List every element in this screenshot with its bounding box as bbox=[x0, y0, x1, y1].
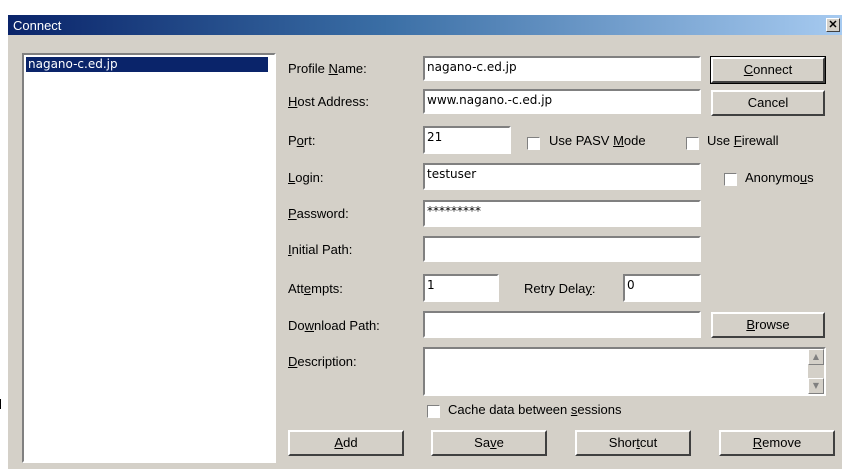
download-path-label: Download Path: bbox=[288, 318, 380, 333]
scroll-up-icon[interactable]: ▲ bbox=[808, 349, 824, 365]
description-scrollbar[interactable]: ▲ ▼ bbox=[808, 349, 824, 394]
anonymous-label[interactable]: Anonymous bbox=[745, 170, 814, 185]
download-path-input[interactable] bbox=[423, 311, 701, 338]
connect-dialog: Connect ✕ nagano-c.ed.jp Profile Name: H… bbox=[8, 15, 842, 469]
login-input[interactable]: testuser bbox=[423, 163, 701, 190]
host-address-label: Host Address: bbox=[288, 94, 369, 109]
host-address-input[interactable]: www.nagano.-c.ed.jp bbox=[423, 89, 701, 114]
port-input[interactable]: 21 bbox=[423, 126, 511, 154]
scroll-down-icon[interactable]: ▼ bbox=[808, 378, 824, 394]
anonymous-checkbox[interactable] bbox=[724, 173, 737, 186]
firewall-label[interactable]: Use Firewall bbox=[707, 133, 779, 148]
connect-button[interactable]: Connect bbox=[710, 56, 826, 84]
pasv-checkbox[interactable] bbox=[527, 137, 540, 150]
browse-button[interactable]: Browse bbox=[711, 312, 825, 338]
initial-path-input[interactable] bbox=[423, 236, 701, 262]
password-label: Password: bbox=[288, 206, 349, 221]
initial-path-label: Initial Path: bbox=[288, 242, 353, 257]
profile-list[interactable]: nagano-c.ed.jp bbox=[22, 53, 276, 463]
shortcut-button[interactable]: Shortcut bbox=[575, 430, 691, 456]
attempts-input[interactable]: 1 bbox=[423, 274, 499, 302]
retry-delay-input[interactable]: 0 bbox=[623, 274, 701, 302]
save-button[interactable]: Save bbox=[431, 430, 547, 456]
title-bar[interactable]: Connect ✕ bbox=[8, 15, 842, 35]
close-icon[interactable]: ✕ bbox=[826, 18, 840, 32]
firewall-checkbox[interactable] bbox=[686, 137, 699, 150]
profile-name-label: Profile Name: bbox=[288, 61, 367, 76]
profile-list-item[interactable]: nagano-c.ed.jp bbox=[26, 57, 268, 72]
cache-label[interactable]: Cache data between sessions bbox=[448, 402, 621, 417]
remove-button[interactable]: Remove bbox=[719, 430, 835, 456]
login-label: Login: bbox=[288, 170, 324, 185]
retry-delay-label: Retry Delay: bbox=[524, 281, 596, 296]
pasv-label[interactable]: Use PASV Mode bbox=[549, 133, 646, 148]
cache-checkbox[interactable] bbox=[427, 405, 440, 418]
cancel-button[interactable]: Cancel bbox=[711, 90, 825, 116]
edge-marker bbox=[0, 399, 1, 409]
window-title: Connect bbox=[13, 18, 62, 33]
add-button[interactable]: Add bbox=[288, 430, 404, 456]
port-label: Port: bbox=[288, 133, 316, 148]
profile-name-input[interactable]: nagano-c.ed.jp bbox=[423, 56, 701, 81]
description-input[interactable]: ▲ ▼ bbox=[423, 347, 826, 396]
attempts-label: Attempts: bbox=[288, 281, 343, 296]
description-label: Description: bbox=[288, 354, 357, 369]
password-input[interactable]: ********* bbox=[423, 200, 701, 227]
